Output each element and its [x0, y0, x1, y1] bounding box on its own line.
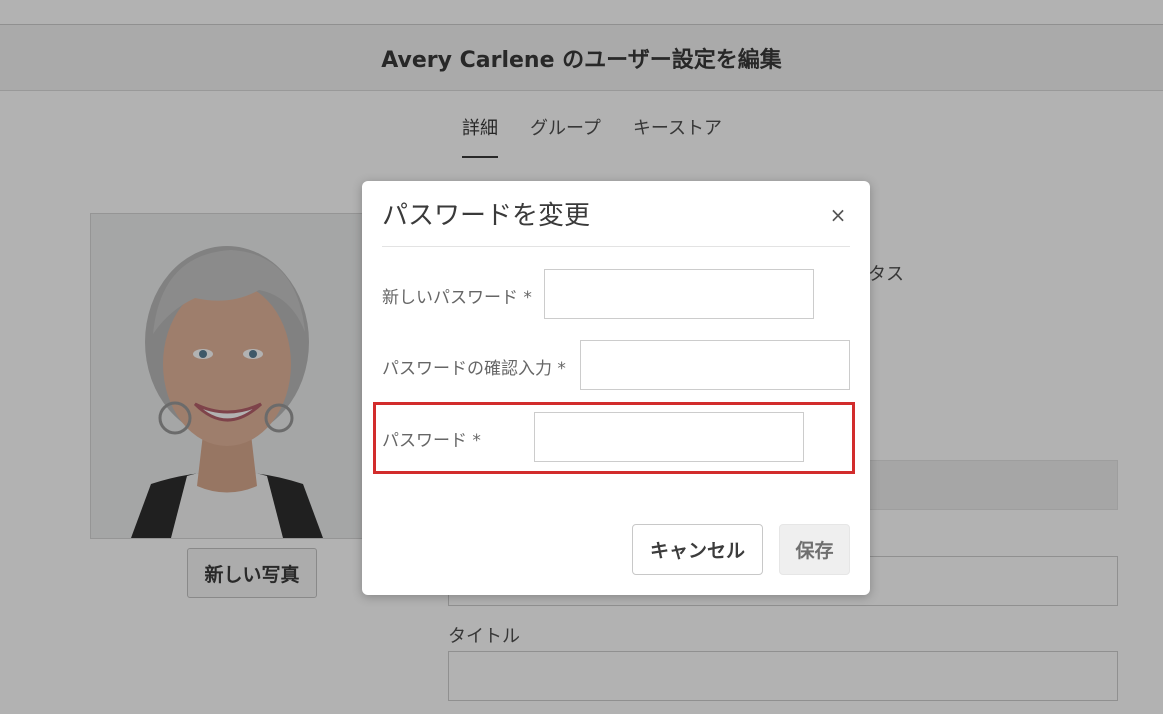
current-password-label-text: パスワード	[382, 431, 467, 451]
required-mark: *	[472, 431, 481, 451]
dialog-divider	[382, 246, 850, 247]
save-button[interactable]: 保存	[779, 524, 850, 575]
close-glyph: ×	[829, 203, 847, 227]
new-password-label-text: 新しいパスワード	[382, 288, 518, 308]
change-password-dialog: パスワードを変更 × 新しいパスワード * パスワードの確認入力 * パスワード…	[362, 181, 870, 595]
current-password-label: パスワード *	[382, 426, 481, 451]
confirm-password-label: パスワードの確認入力 *	[382, 354, 566, 379]
confirm-password-input[interactable]	[580, 340, 850, 390]
dialog-title: パスワードを変更	[382, 201, 591, 231]
required-mark: *	[557, 359, 566, 379]
new-password-label: 新しいパスワード *	[382, 283, 532, 308]
current-password-input[interactable]	[534, 412, 804, 462]
confirm-password-label-text: パスワードの確認入力	[382, 359, 552, 379]
edit-user-settings-page: Avery Carlene のユーザー設定を編集 詳細 グループ キーストア 新…	[0, 0, 1163, 714]
close-icon[interactable]: ×	[828, 203, 848, 227]
required-mark: *	[523, 288, 532, 308]
new-password-input[interactable]	[544, 269, 814, 319]
cancel-button[interactable]: キャンセル	[632, 524, 763, 575]
